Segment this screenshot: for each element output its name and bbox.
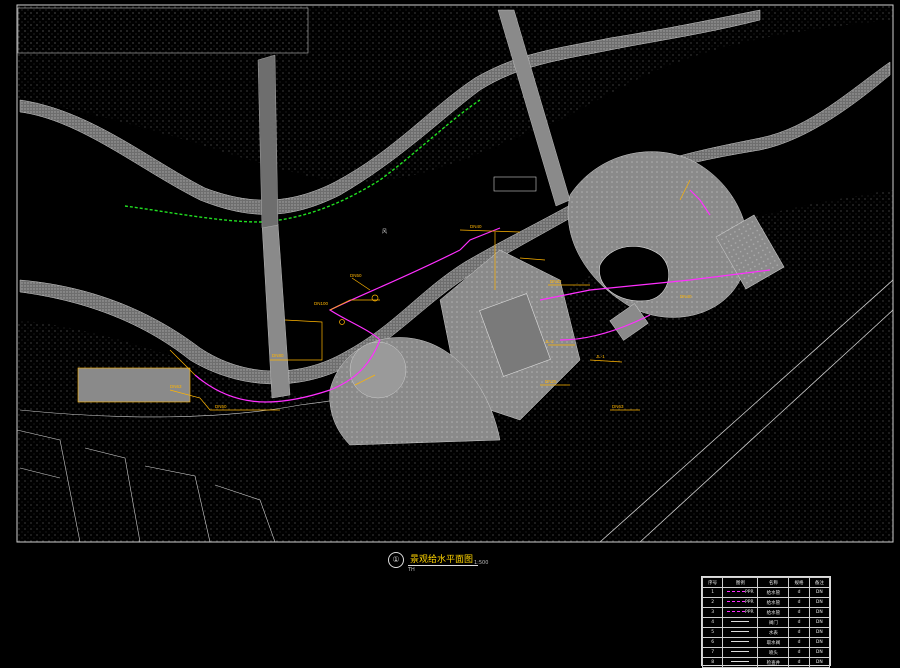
small-building-north [493, 176, 537, 192]
legend-header-row: 序号 图例 名称 规格 备注 [701, 577, 831, 588]
title-underline [408, 565, 478, 566]
legend-cell [722, 647, 759, 658]
legend-cell: 5 [701, 627, 724, 638]
legend-cell [722, 627, 759, 638]
legend-header-cell: 图例 [722, 577, 759, 588]
annotation-label: JL-2 [545, 339, 554, 344]
legend-cell: d [788, 657, 810, 668]
legend-symbol-label: PPR [745, 600, 754, 605]
annotation-label: DN50 [350, 273, 362, 278]
legend-table: 序号 图例 名称 规格 备注 1 PPR 给水管 d DN 2 PPR 给水管 d DN 3 PPR 给… [701, 576, 831, 668]
legend-cell: DN [808, 617, 831, 628]
legend-cell: 水表 [757, 627, 790, 638]
legend-symbol-icon [727, 591, 746, 592]
legend-cell: PPR [722, 607, 759, 618]
valve-marker [339, 319, 345, 325]
legend-cell: 3 [701, 607, 724, 618]
legend-header-cell: 名称 [757, 577, 790, 588]
legend-row: 4 阀门 d DN [701, 617, 831, 628]
annotation-label: JL-1 [596, 354, 605, 359]
annotation-label: DN40 [470, 224, 482, 229]
legend-cell: 给水管 [757, 597, 790, 608]
legend-symbol-icon [731, 661, 750, 662]
legend-symbol-icon [731, 631, 750, 632]
drawing-title: 景观给水平面图 [410, 555, 474, 565]
top-building-block [17, 7, 309, 54]
drawing-index-badge: ① [388, 552, 404, 568]
legend-symbol-icon [731, 621, 750, 622]
legend-cell: 给水管 [757, 587, 790, 598]
legend-cell: d [788, 637, 810, 648]
annotation-label: DN63 [612, 404, 624, 409]
legend-row: 3 PPR 给水管 d DN [701, 607, 831, 618]
legend-cell [722, 637, 759, 648]
legend-row: 5 水表 d DN [701, 627, 831, 638]
legend-cell: 6 [701, 637, 724, 648]
legend-cell: d [788, 587, 810, 598]
legend-symbol-icon [727, 601, 746, 602]
legend-cell: 4 [701, 617, 724, 628]
annotation-label: DN40 [680, 294, 692, 299]
legend-cell [722, 617, 759, 628]
legend-cell [722, 657, 759, 668]
legend-cell: DN [808, 647, 831, 658]
legend-cell: 2 [701, 597, 724, 608]
legend-cell: DN [808, 627, 831, 638]
annotation-label: DN63 [170, 384, 182, 389]
legend-row: 6 取水阀 d DN [701, 637, 831, 648]
legend-symbol-icon [731, 651, 750, 652]
legend-header-cell: 备注 [808, 577, 831, 588]
title-scale-left: TH [408, 567, 415, 573]
legend-row: 7 喷头 d DN [701, 647, 831, 658]
legend-header-cell: 序号 [701, 577, 724, 588]
title-scale: 1:500 [474, 560, 489, 566]
annotation-label: DN50 [215, 404, 227, 409]
legend-symbol-icon [731, 641, 750, 642]
legend-cell: DN [808, 657, 831, 668]
legend-cell: 阀门 [757, 617, 790, 628]
annotation-label: DN100 [314, 301, 329, 306]
drawing-title-block: ① 景观给水平面图 TH 1:500 [388, 552, 508, 573]
legend-cell: d [788, 617, 810, 628]
legend-cell: PPR [722, 587, 759, 598]
legend-cell: DN [808, 607, 831, 618]
legend-cell: d [788, 647, 810, 658]
legend-cell: 检查井 [757, 657, 790, 668]
legend-row: 8 检查井 d DN [701, 657, 831, 668]
legend-cell: 取水阀 [757, 637, 790, 648]
legend-symbol-label: PPR [745, 610, 754, 615]
annotation-label: DN80 [272, 353, 284, 358]
legend-symbol-icon [727, 611, 746, 612]
legend-cell: DN [808, 637, 831, 648]
legend-symbol-label: PPR [745, 590, 754, 595]
legend-cell: 给水管 [757, 607, 790, 618]
circular-plaza [349, 341, 407, 399]
legend-cell: 1 [701, 587, 724, 598]
legend-cell: 8 [701, 657, 724, 668]
river-label: 风 [382, 229, 387, 235]
legend-row: 2 PPR 给水管 d DN [701, 597, 831, 608]
annotation-label: DN32 [550, 279, 562, 284]
legend-header-cell: 规格 [788, 577, 810, 588]
legend-cell: 喷头 [757, 647, 790, 658]
legend-cell: d [788, 627, 810, 638]
legend-cell: DN [808, 597, 831, 608]
legend-cell: DN [808, 587, 831, 598]
legend-cell: d [788, 607, 810, 618]
annotation-label: DN25 [545, 379, 557, 384]
legend-cell: 7 [701, 647, 724, 658]
legend-cell: PPR [722, 597, 759, 608]
legend-cell: d [788, 597, 810, 608]
legend-row: 1 PPR 给水管 d DN [701, 587, 831, 598]
